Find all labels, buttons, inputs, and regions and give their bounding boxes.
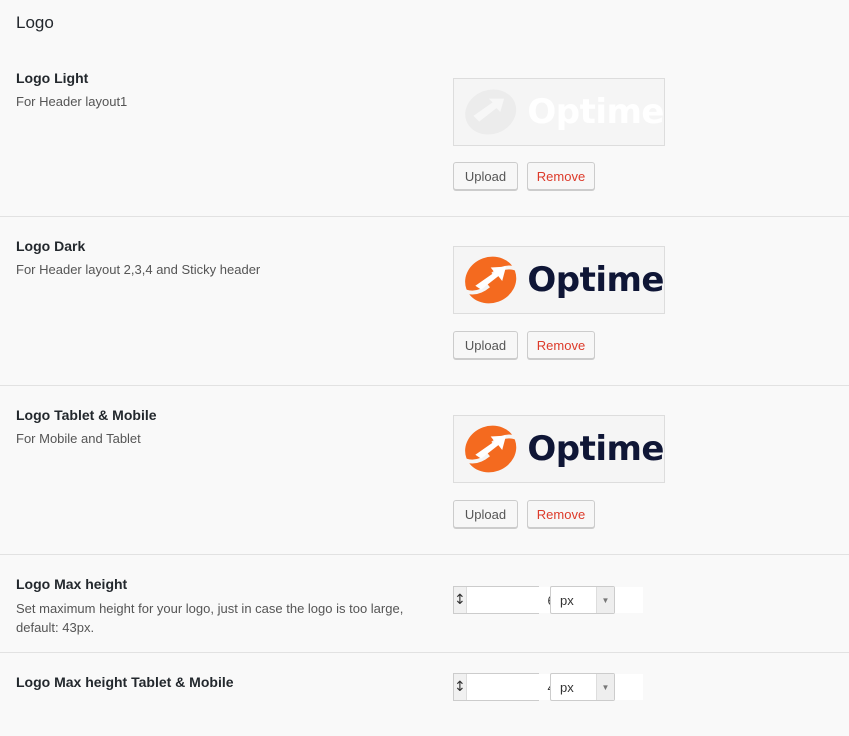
max-height-row: Logo Max height Set maximum height for y… [0, 555, 849, 653]
logo-dark-preview: Optime [453, 246, 665, 314]
logo-dark-emblem-icon [465, 256, 517, 304]
max-height-description: Set maximum height for your logo, just i… [16, 601, 404, 635]
logo-dark-upload-button[interactable]: Upload [453, 331, 518, 359]
logo-mobile-preview: Optime [453, 415, 665, 483]
logo-light-emblem-icon [465, 89, 517, 135]
logo-mobile-description: For Mobile and Tablet [16, 431, 141, 446]
max-height-field: ↕ [453, 586, 643, 614]
max-height-unit-value: px [560, 592, 574, 608]
logo-light-remove-button[interactable]: Remove [527, 162, 595, 190]
logo-light-title: Logo Light [16, 70, 89, 86]
logo-mobile-text: Optime [527, 429, 664, 469]
logo-dark-remove-button[interactable]: Remove [527, 331, 595, 359]
max-height-mobile-unit-value: px [560, 679, 574, 695]
max-height-title: Logo Max height [16, 576, 128, 592]
max-height-mobile-row: Logo Max height Tablet & Mobile ↕ px ▼ [0, 653, 849, 736]
logo-dark-row: Logo Dark For Header layout 2,3,4 and St… [0, 217, 849, 386]
logo-mobile-row: Logo Tablet & Mobile For Mobile and Tabl… [0, 386, 849, 555]
max-height-mobile-title: Logo Max height Tablet & Mobile [16, 674, 234, 690]
logo-mobile-remove-button[interactable]: Remove [527, 500, 595, 528]
section-title: Logo [16, 13, 54, 32]
logo-dark-title: Logo Dark [16, 238, 86, 254]
logo-light-row: Logo Light For Header layout1 Optime Upl… [0, 58, 849, 217]
max-height-unit-select[interactable]: px ▼ [550, 586, 615, 614]
logo-mobile-title: Logo Tablet & Mobile [16, 407, 157, 423]
logo-light-upload-button[interactable]: Upload [453, 162, 518, 190]
logo-dark-description: For Header layout 2,3,4 and Sticky heade… [16, 262, 261, 277]
max-height-mobile-field: ↕ [453, 673, 643, 701]
chevron-down-icon: ▼ [596, 587, 614, 613]
logo-mobile-emblem-icon [465, 425, 517, 473]
vertical-resize-icon: ↕ [454, 674, 467, 700]
logo-dark-text: Optime [527, 260, 664, 300]
chevron-down-icon: ▼ [596, 674, 614, 700]
vertical-resize-icon: ↕ [454, 587, 467, 613]
logo-light-text: Optime [527, 92, 664, 132]
logo-light-preview: Optime [453, 78, 665, 146]
max-height-mobile-unit-select[interactable]: px ▼ [550, 673, 615, 701]
logo-mobile-upload-button[interactable]: Upload [453, 500, 518, 528]
logo-light-description: For Header layout1 [16, 94, 128, 109]
